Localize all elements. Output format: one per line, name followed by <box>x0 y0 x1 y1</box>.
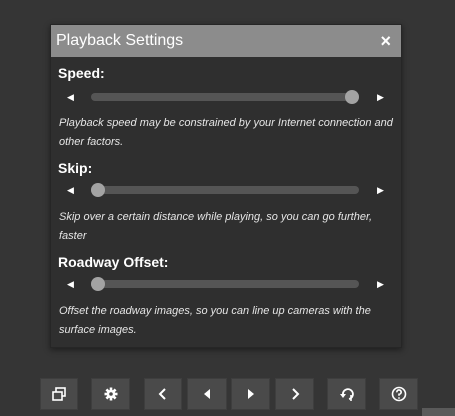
speed-slider[interactable]: ◀ ▶ <box>65 90 387 104</box>
settings-button[interactable] <box>91 378 130 410</box>
chevron-right-icon <box>291 388 299 400</box>
play-icon <box>247 389 254 399</box>
roadway-offset-increase-icon[interactable]: ▶ <box>377 279 384 289</box>
skip-description: Skip over a certain distance while playi… <box>59 211 373 242</box>
skip-decrease-icon[interactable]: ◀ <box>67 185 74 195</box>
dialog-titlebar[interactable]: Playback Settings × <box>51 25 401 57</box>
speed-increase-icon[interactable]: ▶ <box>377 92 384 102</box>
roadway-offset-label: Roadway Offset: <box>58 254 169 270</box>
corner-panel <box>422 408 455 416</box>
skip-increase-icon[interactable]: ▶ <box>377 185 384 195</box>
speed-decrease-icon[interactable]: ◀ <box>67 92 74 102</box>
speed-slider-track[interactable] <box>91 90 359 104</box>
roadway-offset-slider-thumb[interactable] <box>91 277 105 291</box>
previous-button[interactable] <box>144 378 182 410</box>
roadway-offset-decrease-icon[interactable]: ◀ <box>67 279 74 289</box>
skip-slider-thumb[interactable] <box>91 183 105 197</box>
window-icon <box>52 387 66 401</box>
playback-settings-dialog: Playback Settings × Speed: ◀ ▶ Playback … <box>50 24 402 348</box>
skip-slider-track[interactable] <box>91 183 359 197</box>
close-icon[interactable]: × <box>380 31 391 52</box>
step-back-button[interactable] <box>187 378 227 410</box>
speed-label: Speed: <box>58 65 105 81</box>
next-button[interactable] <box>275 378 314 410</box>
dialog-title: Playback Settings <box>56 32 184 49</box>
roadway-offset-slider-track[interactable] <box>91 277 359 291</box>
skip-label: Skip: <box>58 160 93 176</box>
reverse-button[interactable] <box>327 378 366 410</box>
skip-slider[interactable]: ◀ ▶ <box>65 183 387 197</box>
step-back-icon <box>204 389 210 399</box>
play-button[interactable] <box>231 378 270 410</box>
speed-description: Playback speed may be constrained by you… <box>59 117 393 148</box>
help-icon <box>391 386 406 402</box>
roadway-offset-slider[interactable]: ◀ ▶ <box>65 277 387 291</box>
window-button[interactable] <box>40 378 78 410</box>
gear-icon <box>104 387 117 401</box>
roadway-offset-description: Offset the roadway images, so you can li… <box>59 305 371 336</box>
reverse-icon <box>339 388 354 401</box>
speed-slider-thumb[interactable] <box>345 90 359 104</box>
chevron-left-icon <box>158 388 166 400</box>
help-button[interactable] <box>379 378 418 410</box>
